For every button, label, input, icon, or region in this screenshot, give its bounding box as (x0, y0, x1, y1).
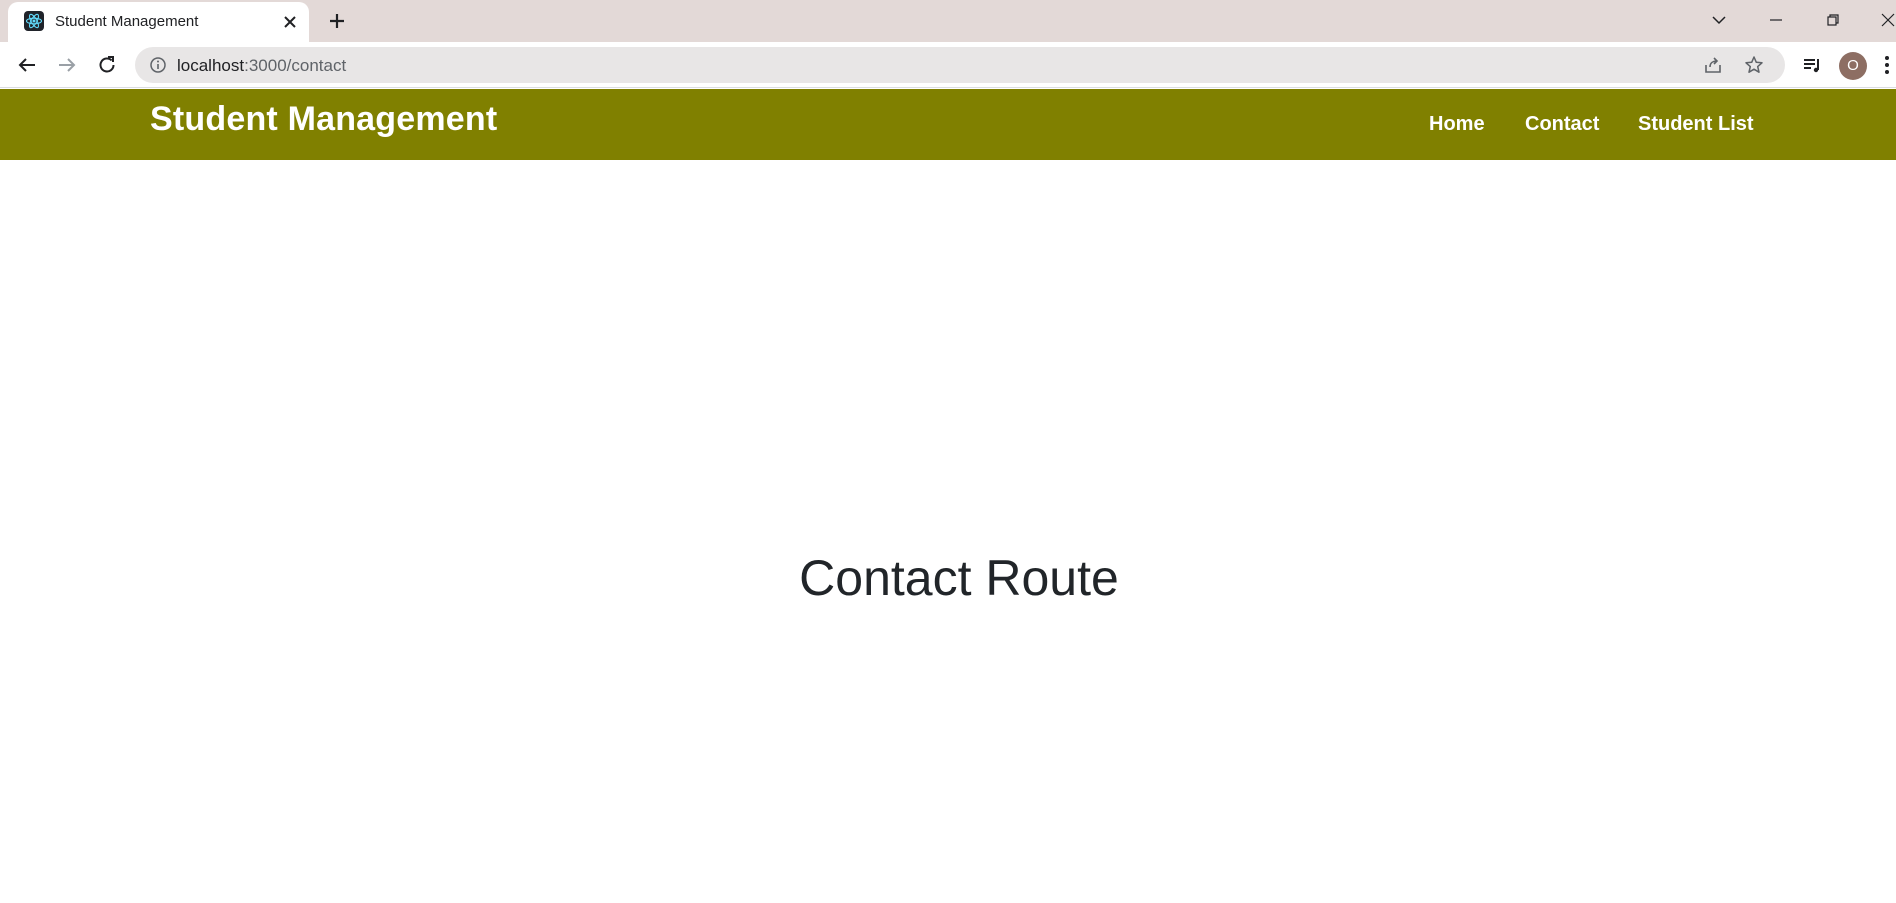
url-path: :3000/contact (244, 56, 347, 75)
site-info-icon[interactable] (149, 56, 167, 74)
media-queue-icon[interactable] (1800, 53, 1824, 77)
nav-link-student-list[interactable]: Student List (1638, 113, 1754, 136)
back-arrow-icon[interactable] (15, 53, 39, 77)
share-icon[interactable] (1702, 54, 1724, 76)
new-tab-icon[interactable] (326, 10, 348, 32)
restore-icon[interactable] (1821, 8, 1845, 32)
url-host: localhost (177, 56, 245, 75)
browser-tab[interactable]: Student Management (8, 2, 309, 42)
react-logo-icon (24, 11, 44, 31)
tab-title: Student Management (55, 13, 199, 30)
url-text[interactable]: localhost:3000/contact (177, 56, 346, 76)
browser-toolbar: localhost:3000/contact O (0, 42, 1896, 88)
browser-menu-icon[interactable] (1883, 54, 1891, 76)
browser-tabstrip: Student Management (0, 0, 1896, 42)
minimize-icon[interactable] (1764, 8, 1788, 32)
page-heading: Contact Route (799, 550, 1119, 606)
main-content: Contact Route (0, 160, 1896, 903)
reload-icon[interactable] (95, 53, 119, 77)
close-tab-icon[interactable] (280, 12, 300, 32)
profile-avatar[interactable]: O (1839, 52, 1867, 80)
close-window-icon[interactable] (1876, 8, 1896, 32)
nav-link-home[interactable]: Home (1429, 113, 1485, 136)
tab-search-chevron-icon[interactable] (1707, 8, 1731, 32)
app-navbar: Student Management Home Contact Student … (0, 89, 1896, 160)
address-bar[interactable]: localhost:3000/contact (135, 47, 1785, 83)
forward-arrow-icon[interactable] (55, 53, 79, 77)
navbar-brand[interactable]: Student Management (150, 100, 497, 139)
bookmark-star-icon[interactable] (1743, 54, 1765, 76)
nav-link-contact[interactable]: Contact (1525, 113, 1599, 136)
